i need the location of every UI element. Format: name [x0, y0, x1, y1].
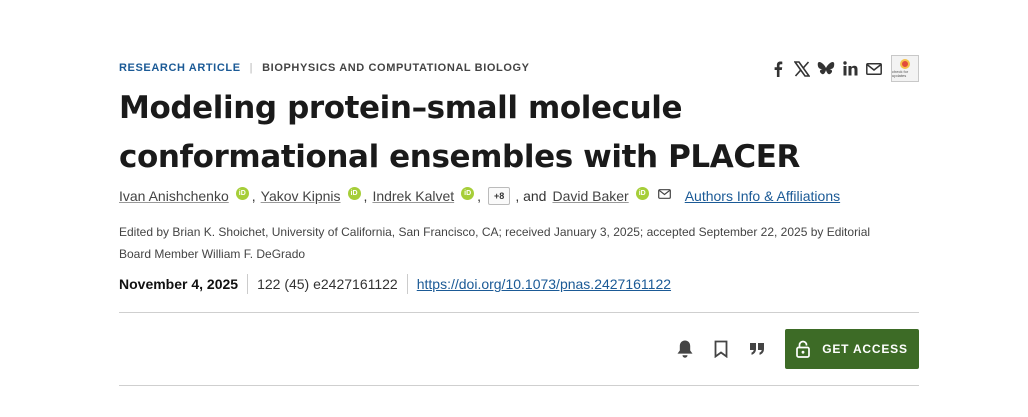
volume-issue: 122 (45) e2427161122 — [257, 276, 398, 292]
publication-date: November 4, 2025 — [119, 276, 239, 292]
author-name[interactable]: David Baker — [552, 188, 628, 204]
orcid-icon[interactable]: iD — [635, 186, 649, 200]
quote-icon[interactable] — [745, 337, 769, 361]
doi-link[interactable]: https://doi.org/10.1073/pnas.2427161122 — [417, 276, 671, 292]
article-title: Modeling protein–small molecule conforma… — [119, 90, 800, 175]
author-list: Ivan Anishchenko iD , Yakov Kipnis iD , … — [119, 186, 840, 205]
divider — [247, 274, 249, 294]
orcid-icon[interactable]: iD — [347, 186, 361, 200]
author-and: , and — [515, 188, 547, 204]
email-icon[interactable] — [865, 60, 883, 78]
divider-bottom — [119, 385, 919, 386]
article-section[interactable]: BIOPHYSICS AND COMPUTATIONAL BIOLOGY — [262, 62, 529, 74]
x-icon[interactable] — [793, 60, 811, 78]
authors-affiliations-link[interactable]: Authors Info & Affiliations — [685, 188, 840, 204]
article-meta: RESEARCH ARTICLE | BIOPHYSICS AND COMPUT… — [119, 60, 530, 76]
bookmark-icon[interactable] — [709, 337, 733, 361]
share-bar: check for updates — [769, 55, 919, 82]
corresponding-email-icon[interactable] — [657, 186, 671, 202]
divider-top — [119, 312, 919, 313]
bluesky-icon[interactable] — [817, 60, 835, 78]
more-authors-button[interactable]: +8 — [488, 187, 511, 205]
author-name[interactable]: Ivan Anishchenko — [119, 188, 229, 204]
bell-icon[interactable] — [673, 337, 697, 361]
author-comma: , — [477, 188, 482, 204]
publication-info: November 4, 2025 122 (45) e2427161122 ht… — [119, 274, 671, 294]
get-access-label: GET ACCESS — [822, 342, 908, 356]
crossmark-logo-icon — [900, 59, 910, 69]
facebook-icon[interactable] — [769, 60, 787, 78]
orcid-icon[interactable]: iD — [461, 186, 475, 200]
divider — [406, 274, 408, 294]
article-type[interactable]: RESEARCH ARTICLE — [119, 62, 241, 74]
lock-icon — [796, 340, 811, 358]
author-name[interactable]: Indrek Kalvet — [372, 188, 454, 204]
author-comma: , — [363, 188, 368, 204]
meta-separator: | — [249, 62, 254, 74]
get-access-button[interactable]: GET ACCESS — [785, 329, 919, 369]
crossmark-badge[interactable]: check for updates — [891, 55, 919, 82]
article-actions: GET ACCESS — [673, 329, 919, 369]
editor-note: Edited by Brian K. Shoichet, University … — [119, 225, 871, 261]
author-comma: , — [251, 188, 256, 204]
linkedin-icon[interactable] — [841, 60, 859, 78]
crossmark-label: check for updates — [892, 69, 909, 78]
orcid-icon[interactable]: iD — [235, 186, 249, 200]
author-name[interactable]: Yakov Kipnis — [261, 188, 341, 204]
